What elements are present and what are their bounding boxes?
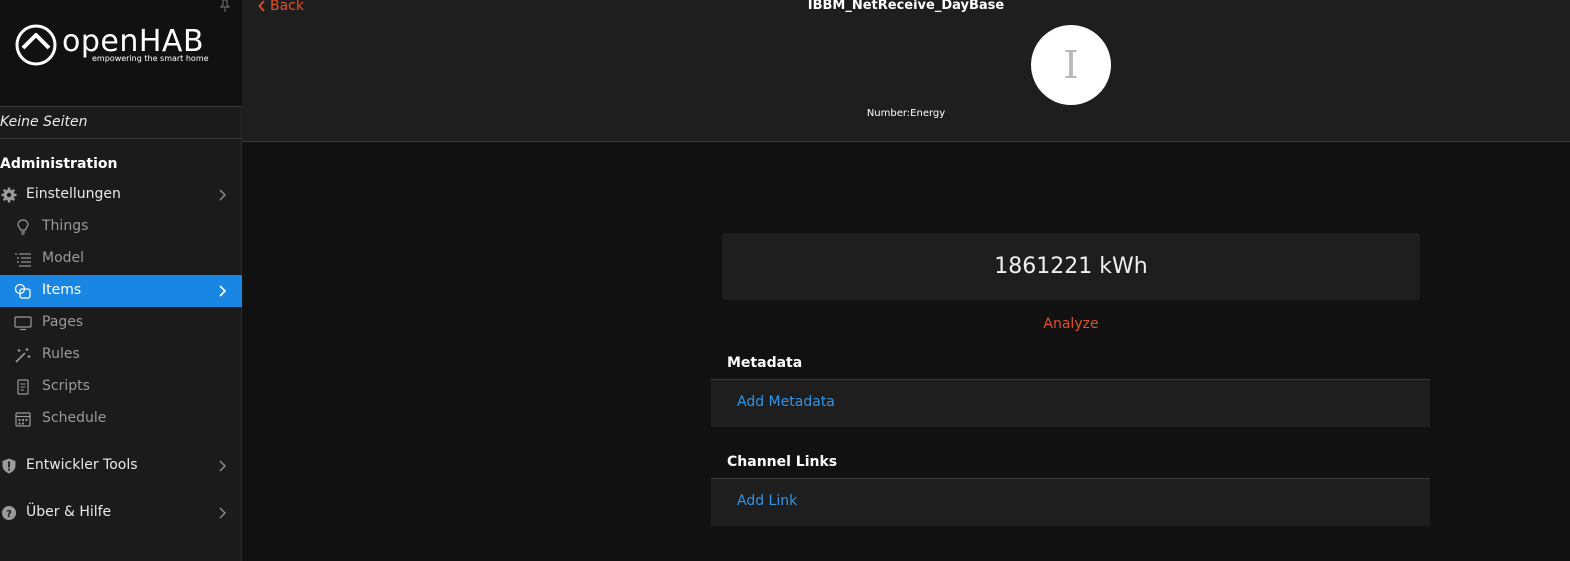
svg-text:?: ? (6, 509, 12, 520)
metadata-title: Metadata (727, 355, 803, 371)
wand-icon (15, 348, 31, 363)
item-avatar: I (1031, 25, 1111, 105)
sidebar-item-label: Entwickler Tools (26, 457, 138, 473)
bulb-icon (17, 219, 29, 235)
openhab-logo-icon (15, 24, 57, 66)
metadata-list: Add Metadata (711, 379, 1430, 427)
divider (0, 138, 242, 139)
channel-links-list: Add Link (711, 478, 1430, 526)
item-state-card[interactable]: 1861221 kWh (722, 233, 1420, 300)
logo-area: openHAB empowering the smart home (0, 0, 242, 107)
logo-tagline: empowering the smart home (92, 54, 209, 63)
calendar-icon (15, 412, 31, 427)
sidebar-item-label: Rules (42, 346, 80, 362)
chevron-right-icon (219, 285, 226, 297)
item-header: Back IBBM_NetReceive_DayBase I Number:En… (242, 0, 1570, 142)
sidebar-item-developer-tools[interactable]: Entwickler Tools (0, 450, 242, 482)
sidebar-item-settings[interactable]: Einstellungen (0, 179, 242, 211)
item-name-title: IBBM_NetReceive_DayBase (807, 0, 1005, 13)
sidebar-item-schedule[interactable]: Schedule (0, 403, 242, 435)
document-icon (17, 379, 29, 395)
sidebar-item-label: Scripts (42, 378, 90, 394)
avatar-letter: I (1063, 43, 1079, 87)
sidebar-item-model[interactable]: Model (0, 243, 242, 275)
shield-icon (2, 458, 16, 474)
gear-icon (1, 187, 17, 203)
monitor-icon (14, 316, 32, 331)
analyze-button[interactable]: Analyze (722, 316, 1420, 332)
sidebar-item-help[interactable]: ? Über & Hilfe (0, 497, 242, 529)
sidebar-item-label: Model (42, 250, 85, 266)
item-type-label: Number:Energy (866, 108, 946, 119)
no-pages-text: Keine Seiten (0, 114, 88, 130)
sidebar-item-label: Pages (42, 314, 84, 330)
chevron-right-icon (219, 460, 226, 472)
sidebar-item-things[interactable]: Things (0, 211, 242, 243)
pin-icon[interactable] (219, 0, 231, 12)
section-title-administration: Administration (0, 156, 118, 172)
channel-links-title: Channel Links (727, 454, 838, 470)
help-icon: ? (2, 506, 16, 520)
chevron-right-icon (219, 189, 226, 201)
sidebar-item-label: Einstellungen (26, 186, 121, 202)
sidebar-item-rules[interactable]: Rules (0, 339, 242, 371)
add-metadata-link[interactable]: Add Metadata (737, 394, 835, 410)
sidebar-item-label: Things (42, 218, 89, 234)
sidebar-item-pages[interactable]: Pages (0, 307, 242, 339)
items-icon (14, 283, 31, 299)
item-state-value: 1861221 kWh (994, 254, 1148, 279)
sidebar-item-label: Schedule (42, 410, 107, 426)
sidebar: openHAB empowering the smart home Keine … (0, 0, 242, 561)
list-icon (15, 253, 31, 267)
add-link-button[interactable]: Add Link (737, 493, 797, 509)
sidebar-item-items[interactable]: Items (0, 275, 242, 307)
sidebar-item-label: Items (42, 282, 82, 298)
sidebar-item-label: Über & Hilfe (26, 504, 112, 520)
sidebar-item-scripts[interactable]: Scripts (0, 371, 242, 403)
chevron-right-icon (219, 507, 226, 519)
